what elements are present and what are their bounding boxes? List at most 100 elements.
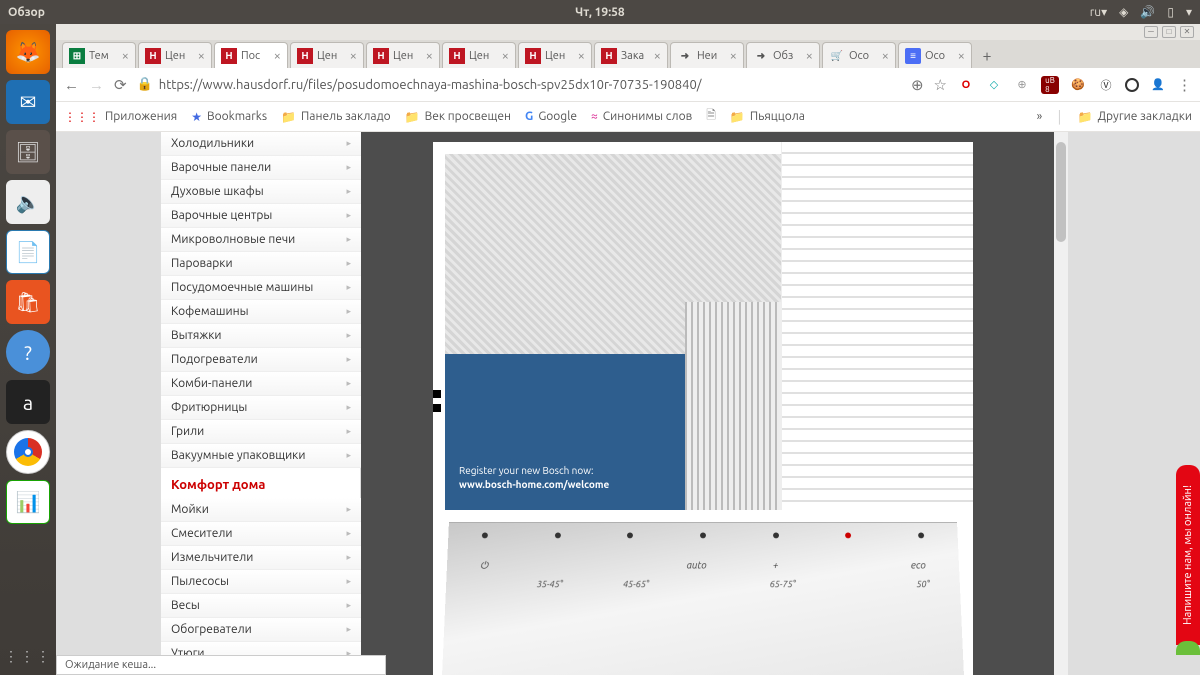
bookmark-google[interactable]: GGoogle	[525, 110, 577, 123]
back-button[interactable]: ←	[64, 76, 79, 94]
forward-button[interactable]: →	[89, 76, 104, 94]
category-item[interactable]: Варочные центры▸	[161, 204, 361, 228]
apps-button[interactable]: ⋮⋮⋮Приложения	[64, 110, 177, 124]
tab-close-icon[interactable]: ×	[578, 49, 585, 63]
feedback-tab[interactable]: Напишите нам, мы онлайн!	[1176, 465, 1200, 645]
help-icon[interactable]: ?	[6, 330, 50, 374]
ext-circle-icon[interactable]	[1125, 78, 1139, 92]
category-item[interactable]: Подогреватели▸	[161, 348, 361, 372]
system-menu-icon[interactable]: ▾	[1186, 5, 1192, 19]
bookmark-piazzolla[interactable]: 📁Пьяццола	[730, 110, 805, 124]
menu-icon[interactable]: ⋮	[1177, 76, 1192, 94]
ext-drop-icon[interactable]: ◇	[985, 76, 1003, 94]
category-item[interactable]: Микроволновые печи▸	[161, 228, 361, 252]
new-tab-button[interactable]: +	[974, 44, 1000, 68]
category-item[interactable]: Смесители▸	[161, 522, 361, 546]
category-item[interactable]: Вакуумные упаковщики▸	[161, 444, 361, 468]
other-bookmarks[interactable]: 📁Другие закладки	[1078, 110, 1192, 124]
tab-close-icon[interactable]: ×	[806, 49, 813, 63]
scroll-thumb[interactable]	[1056, 142, 1066, 242]
firefox-icon[interactable]: 🦊	[6, 30, 50, 74]
activity-label[interactable]: Обзор	[8, 6, 45, 19]
ext-cookie-icon[interactable]: 🍪	[1069, 76, 1087, 94]
tab-close-icon[interactable]: ×	[958, 49, 965, 63]
selection-handle[interactable]	[433, 390, 441, 398]
avatar-icon[interactable]: 👤	[1149, 76, 1167, 94]
amazon-icon[interactable]: a	[6, 380, 50, 424]
category-item[interactable]: Фритюрницы▸	[161, 396, 361, 420]
star-icon[interactable]: ☆	[934, 76, 947, 94]
control-panel-image: ⏻auto+eco 35-45°45-65°65-75°50°	[441, 522, 965, 675]
tab-close-icon[interactable]: ×	[502, 49, 509, 63]
browser-tab[interactable]: ➜Неи×	[670, 42, 744, 68]
reload-button[interactable]: ⟳	[114, 76, 127, 94]
bookmark-panel[interactable]: 📁Панель закладо	[281, 110, 391, 124]
pdf-viewer[interactable]: Register your new Bosch now: www.bosch-h…	[361, 132, 1068, 675]
lang-indicator[interactable]: ru ▾	[1090, 5, 1107, 19]
browser-tab[interactable]: HЦен×	[366, 42, 440, 68]
browser-tab[interactable]: HЦен×	[138, 42, 212, 68]
tab-close-icon[interactable]: ×	[350, 49, 357, 63]
address-bar[interactable]: 🔒 https://www.hausdorf.ru/files/posudomo…	[137, 77, 901, 92]
register-line2: www.bosch-home.com/welcome	[459, 478, 671, 492]
sound-icon[interactable]: 🔊	[1140, 5, 1155, 19]
tab-close-icon[interactable]: ×	[274, 49, 281, 63]
wifi-icon[interactable]: ◈	[1119, 5, 1128, 19]
category-item[interactable]: Обогреватели▸	[161, 618, 361, 642]
search-in-page-icon[interactable]: ⊕	[911, 76, 924, 94]
libreoffice-calc-icon[interactable]: 📊	[6, 480, 50, 524]
bookmark-vek[interactable]: 📁Век просвещен	[405, 110, 511, 124]
scrollbar[interactable]	[1054, 132, 1068, 675]
tab-close-icon[interactable]: ×	[654, 49, 661, 63]
selection-handle[interactable]	[433, 404, 441, 412]
browser-tab[interactable]: ⊞Тем×	[62, 42, 136, 68]
category-item[interactable]: Духовые шкафы▸	[161, 180, 361, 204]
battery-icon[interactable]: ▯	[1167, 5, 1174, 19]
bookmark-file[interactable]: 🗎	[706, 106, 716, 127]
close-button[interactable]: ✕	[1180, 26, 1194, 38]
bookmark-bookmarks[interactable]: ★Bookmarks	[191, 110, 267, 124]
libreoffice-writer-icon[interactable]: 📄	[6, 230, 50, 274]
browser-tab[interactable]: HЦен×	[290, 42, 364, 68]
ext-ublock-icon[interactable]: uB8	[1041, 76, 1059, 94]
category-item[interactable]: Весы▸	[161, 594, 361, 618]
category-item[interactable]: Комби-панели▸	[161, 372, 361, 396]
category-item[interactable]: Варочные панели▸	[161, 156, 361, 180]
show-apps-icon[interactable]: ⋮⋮⋮	[4, 648, 52, 665]
ext-opera-icon[interactable]: O	[957, 76, 975, 94]
chrome-icon[interactable]	[6, 430, 50, 474]
files-icon[interactable]: 🗄	[6, 130, 50, 174]
browser-tab[interactable]: ≡Осо×	[898, 42, 972, 68]
browser-tab[interactable]: HПос×	[214, 42, 288, 68]
category-item[interactable]: Вытяжки▸	[161, 324, 361, 348]
browser-tab[interactable]: 🛒Осо×	[822, 42, 896, 68]
category-label: Пылесосы	[171, 575, 229, 588]
browser-tab[interactable]: HЦен×	[442, 42, 516, 68]
bookmarks-overflow[interactable]: »	[1037, 110, 1043, 123]
category-item[interactable]: Посудомоечные машины▸	[161, 276, 361, 300]
category-item[interactable]: Пылесосы▸	[161, 570, 361, 594]
tab-close-icon[interactable]: ×	[122, 49, 129, 63]
clock[interactable]: Чт, 19:58	[575, 6, 624, 19]
tab-close-icon[interactable]: ×	[882, 49, 889, 63]
minimize-button[interactable]: ─	[1144, 26, 1158, 38]
software-icon[interactable]: 🛍	[6, 280, 50, 324]
category-item[interactable]: Кофемашины▸	[161, 300, 361, 324]
browser-tab[interactable]: HЗака×	[594, 42, 668, 68]
category-item[interactable]: Грили▸	[161, 420, 361, 444]
bookmark-synonyms[interactable]: ≈Синонимы слов	[591, 110, 692, 123]
maximize-button[interactable]: □	[1162, 26, 1176, 38]
category-item[interactable]: Измельчители▸	[161, 546, 361, 570]
rhythmbox-icon[interactable]: 🔈	[6, 180, 50, 224]
category-item[interactable]: Холодильники▸	[161, 132, 361, 156]
browser-tab[interactable]: HЦен×	[518, 42, 592, 68]
thunderbird-icon[interactable]: ✉	[6, 80, 50, 124]
category-item[interactable]: Мойки▸	[161, 498, 361, 522]
tab-close-icon[interactable]: ×	[198, 49, 205, 63]
browser-tab[interactable]: ➜Обз×	[746, 42, 820, 68]
tab-close-icon[interactable]: ×	[730, 49, 737, 63]
tab-close-icon[interactable]: ×	[426, 49, 433, 63]
ext-vim-icon[interactable]: Ⓥ	[1097, 76, 1115, 94]
category-item[interactable]: Пароварки▸	[161, 252, 361, 276]
ext-globe-icon[interactable]: ⊕	[1013, 76, 1031, 94]
